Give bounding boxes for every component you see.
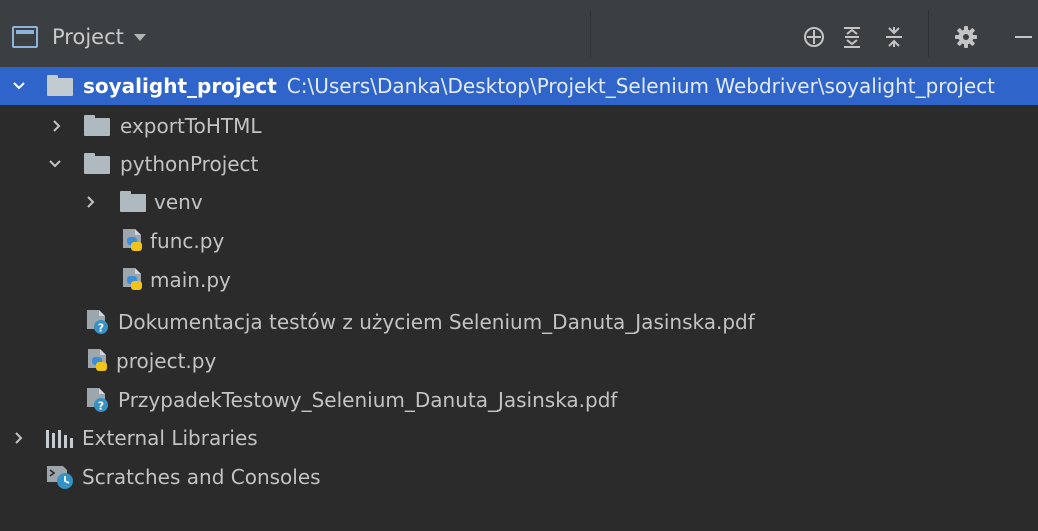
chevron-right-icon[interactable]: [84, 195, 98, 209]
tree-item-przypadek-pdf[interactable]: ? PrzypadekTestowy_Selenium_Danuta_Jasin…: [0, 381, 1038, 419]
python-file-icon: [123, 268, 142, 290]
unknown-file-icon: ?: [87, 310, 108, 335]
tree-item-exporttohtml[interactable]: exportToHTML: [0, 107, 1038, 145]
tree-item-label: Dokumentacja testów z użyciem Selenium_D…: [118, 310, 755, 334]
tree-item-label: func.py: [150, 229, 225, 253]
expand-all-button[interactable]: [838, 22, 866, 52]
settings-button[interactable]: [952, 22, 980, 52]
root-label: soyalight_project C:\Users\Danka\Desktop\…: [83, 74, 995, 98]
collapse-all-button[interactable]: [880, 22, 908, 52]
tree-item-label: PrzypadekTestowy_Selenium_Danuta_Jasinsk…: [118, 388, 618, 412]
tree-item-main-py[interactable]: main.py: [0, 261, 1038, 299]
tree-item-label: exportToHTML: [120, 114, 262, 138]
hide-button[interactable]: [1006, 22, 1038, 52]
chevron-down-icon[interactable]: [48, 157, 62, 171]
tree-item-func-py[interactable]: func.py: [0, 222, 1038, 260]
svg-text:?: ?: [98, 400, 104, 413]
tree-item-label: main.py: [150, 268, 231, 292]
tree-item-label: venv: [154, 190, 203, 214]
tree-item-dokumentacja-pdf[interactable]: ? Dokumentacja testów z użyciem Selenium…: [0, 303, 1038, 341]
tool-window-title: Project: [52, 25, 124, 49]
hide-icon: [1015, 36, 1032, 38]
project-tool-window: Project soyalight_project C:\Users\Danka…: [0, 0, 1038, 531]
python-file-icon: [123, 229, 142, 251]
chevron-right-icon[interactable]: [50, 119, 64, 133]
libraries-icon: [46, 430, 73, 448]
header-divider: [590, 10, 591, 57]
locate-button[interactable]: [800, 22, 828, 52]
tree-item-external-libraries[interactable]: External Libraries: [0, 419, 1038, 457]
header-divider: [928, 10, 929, 57]
chevron-right-icon[interactable]: [12, 431, 26, 445]
folder-icon: [84, 153, 110, 174]
chevron-down-icon[interactable]: [12, 79, 26, 93]
locate-icon: [804, 27, 824, 47]
gear-icon: [955, 26, 977, 48]
folder-icon: [120, 191, 146, 212]
tool-window-header: Project: [0, 0, 1038, 67]
project-view-selector[interactable]: Project: [12, 22, 146, 52]
folder-icon: [47, 75, 73, 96]
tree-item-project-py[interactable]: project.py: [0, 342, 1038, 380]
tree-item-venv[interactable]: venv: [0, 183, 1038, 221]
expand-all-icon: [844, 27, 860, 48]
tree-item-pythonproject[interactable]: pythonProject: [0, 145, 1038, 183]
tree-item-label: Scratches and Consoles: [82, 465, 321, 489]
python-file-icon: [88, 349, 107, 371]
folder-icon: [84, 115, 110, 136]
tree-item-label: pythonProject: [120, 152, 259, 176]
root-path: C:\Users\Danka\Desktop\Projekt_Selenium …: [286, 74, 996, 98]
tree-item-scratches[interactable]: Scratches and Consoles: [0, 458, 1038, 496]
tree-item-label: External Libraries: [82, 426, 258, 450]
collapse-all-icon: [886, 27, 902, 47]
root-name: soyalight_project: [83, 74, 277, 98]
unknown-file-icon: ?: [87, 388, 108, 413]
scratches-icon: [47, 466, 73, 489]
chevron-down-icon: [133, 33, 146, 41]
svg-text:?: ?: [98, 322, 104, 335]
tree-root-row[interactable]: soyalight_project C:\Users\Danka\Desktop\…: [0, 67, 1038, 105]
tree-item-label: project.py: [116, 349, 217, 373]
project-view-icon: [12, 26, 38, 48]
